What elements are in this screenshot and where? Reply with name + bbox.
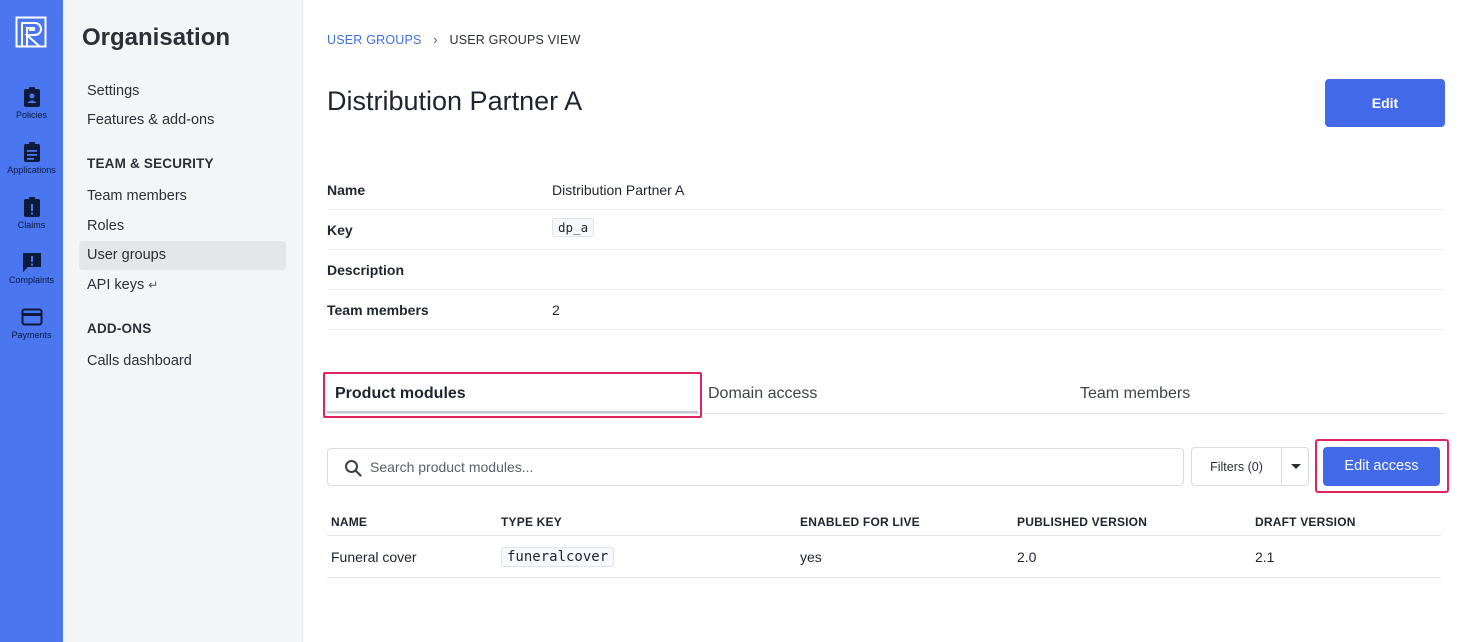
product-modules-table: NAME TYPE KEY ENABLED FOR LIVE PUBLISHED… (327, 506, 1441, 578)
subnav-section-team-security: TEAM & SECURITY (87, 156, 214, 171)
cell-name: Funeral cover (331, 549, 417, 565)
detail-label: Description (327, 262, 405, 278)
rail-item-label: Applications (7, 165, 56, 175)
filters-dropdown[interactable]: Filters (0) (1191, 447, 1309, 486)
rail-item-label: Complaints (8, 275, 55, 285)
main-content: USER GROUPS › USER GROUPS VIEW Distribut… (303, 0, 1468, 642)
cell-type-key: funeralcover (501, 547, 615, 567)
rail-item-complaints[interactable]: Complaints (0, 251, 63, 285)
subnav-item-roles[interactable]: Roles (79, 212, 286, 241)
edit-button[interactable]: Edit (1325, 79, 1445, 127)
rail-item-label: Claims (17, 220, 46, 230)
subnav-item-label: API keys (87, 277, 145, 293)
tab-product-modules[interactable]: Product modules (335, 385, 466, 403)
detail-row-key: Key dp_a (327, 210, 1445, 250)
column-header-name[interactable]: NAME (331, 515, 367, 529)
cell-published-version: 2.0 (1017, 549, 1037, 565)
organisation-subnav: Organisation Settings Features & add-ons… (63, 0, 303, 642)
tab-bar: Product modules Domain access Team membe… (323, 372, 1445, 418)
return-arrow-icon: ↵ (148, 278, 159, 292)
edit-access-button[interactable]: Edit access (1323, 447, 1440, 486)
cell-draft-version: 2.1 (1255, 549, 1275, 565)
rail-item-claims[interactable]: Claims (0, 196, 63, 230)
detail-label: Team members (327, 302, 429, 318)
subnav-item-features[interactable]: Features & add-ons (79, 106, 286, 135)
column-header-draft-version[interactable]: DRAFT VERSION (1255, 515, 1356, 529)
app-logo-icon[interactable] (15, 16, 47, 48)
credit-card-icon (21, 308, 42, 326)
detail-row-description: Description (327, 250, 1445, 290)
table-row[interactable]: Funeral cover funeralcover yes 2.0 2.1 (327, 536, 1441, 578)
rail-item-payments[interactable]: Payments (0, 306, 63, 340)
subnav-title: Organisation (82, 24, 231, 51)
policy-badge-icon (23, 87, 40, 107)
tab-domain-access[interactable]: Domain access (708, 385, 817, 403)
rail-item-label: Payments (11, 330, 52, 340)
subnav-item-api-keys[interactable]: API keys ↵ (79, 271, 286, 300)
clipboard-icon (23, 142, 40, 162)
claims-alert-icon (23, 197, 40, 217)
subnav-item-team-members[interactable]: Team members (79, 182, 286, 211)
cell-enabled-for-live: yes (800, 549, 822, 565)
detail-label: Name (327, 182, 366, 198)
detail-value-key: dp_a (552, 218, 595, 237)
app-rail: Policies Applications Claims Complaints (0, 0, 63, 642)
detail-value: Distribution Partner A (552, 182, 685, 198)
detail-row-name: Name Distribution Partner A (327, 170, 1445, 210)
subnav-item-calls-dashboard[interactable]: Calls dashboard (79, 347, 286, 376)
column-header-type-key[interactable]: TYPE KEY (501, 515, 562, 529)
filters-divider (1281, 448, 1282, 485)
speech-alert-icon (22, 253, 41, 272)
breadcrumb-link-user-groups[interactable]: USER GROUPS (327, 33, 422, 47)
table-header: NAME TYPE KEY ENABLED FOR LIVE PUBLISHED… (327, 506, 1441, 536)
subnav-section-addons: ADD-ONS (87, 321, 152, 336)
page-title: Distribution Partner A (327, 86, 583, 116)
detail-row-team-members: Team members 2 (327, 290, 1445, 330)
breadcrumb-current: USER GROUPS VIEW (449, 33, 581, 47)
subnav-item-settings[interactable]: Settings (79, 77, 286, 106)
rail-item-applications[interactable]: Applications (0, 141, 63, 175)
detail-value: 2 (552, 302, 560, 318)
column-header-published-version[interactable]: PUBLISHED VERSION (1017, 515, 1147, 529)
filters-button[interactable]: Filters (0) (1192, 460, 1281, 474)
subnav-item-user-groups[interactable]: User groups (79, 241, 286, 270)
rail-item-label: Policies (15, 110, 47, 120)
rail-item-policies[interactable]: Policies (0, 86, 63, 120)
search-box (327, 448, 1184, 486)
active-tab-underline (327, 411, 698, 413)
chevron-right-icon: › (433, 32, 438, 47)
search-icon (345, 460, 362, 477)
search-input[interactable] (370, 449, 1170, 485)
detail-label: Key (327, 222, 353, 238)
tab-team-members[interactable]: Team members (1080, 385, 1190, 403)
breadcrumb: USER GROUPS › USER GROUPS VIEW (327, 32, 580, 47)
caret-down-icon[interactable] (1291, 464, 1301, 469)
column-header-enabled-for-live[interactable]: ENABLED FOR LIVE (800, 515, 920, 529)
